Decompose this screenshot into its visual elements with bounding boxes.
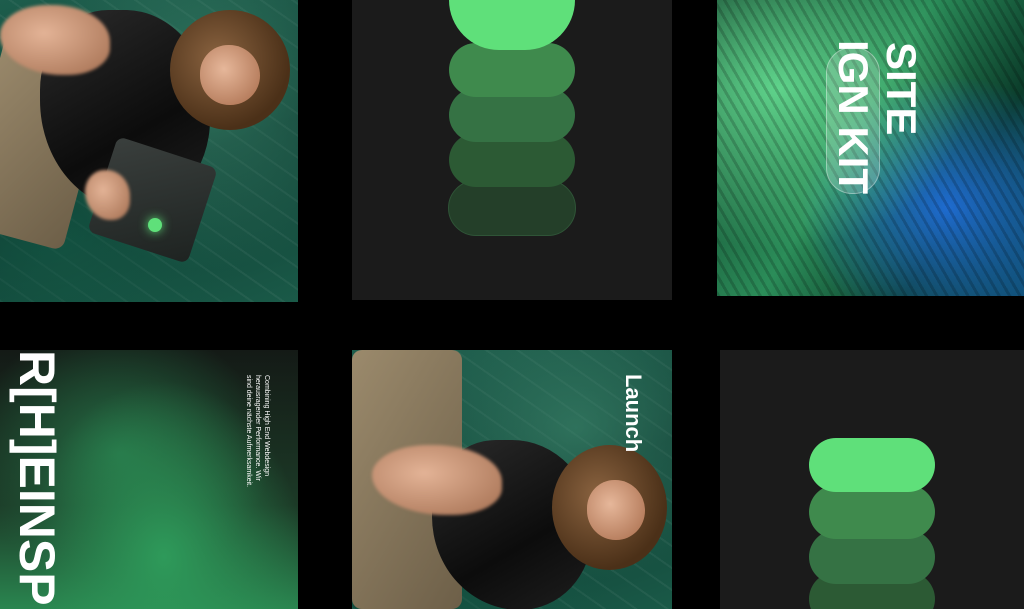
inspiration-copy-line3: sind deine nächste Aufmerksamkeit. xyxy=(245,375,252,488)
pill-mid-1 xyxy=(809,485,935,539)
figure-hand-on-laptop xyxy=(85,170,130,220)
pill-accent xyxy=(449,0,575,50)
pill-stack-tile-top xyxy=(352,0,672,300)
inspiration-headline: R[H]EINSP xyxy=(9,350,65,606)
pill-accent xyxy=(809,438,935,492)
pill-faded xyxy=(448,180,576,236)
kit-headline-line2: IGN KIT xyxy=(830,40,877,194)
inspiration-copy-line2: herausragender Performance. Wir xyxy=(254,375,261,481)
launch-label: Launch xyxy=(621,374,646,453)
pill-stack-tile-bottom xyxy=(720,350,1024,609)
inspiration-copy-line1: Combining High End Webdesign xyxy=(263,375,270,477)
inspiration-copy: Combining High End Webdesign herausragen… xyxy=(244,375,271,487)
laptop-logo-dot xyxy=(148,218,162,232)
figure-face xyxy=(587,480,645,540)
pill-mid-1 xyxy=(449,43,575,97)
kit-headline-line1: SITE xyxy=(878,42,925,136)
figure-face xyxy=(200,45,260,105)
photo-tile-top-left xyxy=(0,0,298,302)
